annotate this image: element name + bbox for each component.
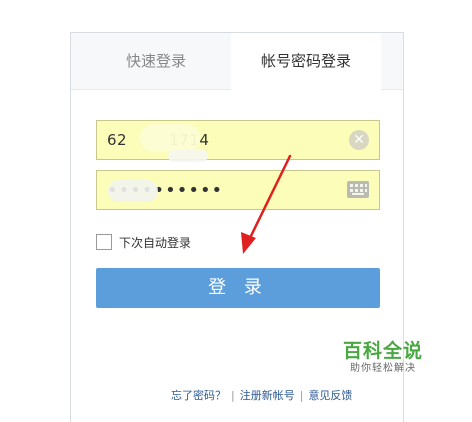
watermark-title: 百科全说 <box>343 340 424 362</box>
redaction-smudge <box>108 180 158 202</box>
remember-label: 下次自动登录 <box>119 236 192 250</box>
watermark-logo: 百科全说 助你轻松解决 <box>343 340 423 376</box>
redaction-smudge <box>140 124 200 152</box>
tab-quick-login[interactable]: 快速登录 <box>91 33 221 89</box>
clear-icon[interactable]: ✕ <box>349 130 369 150</box>
watermark-subtitle: 助你轻松解决 <box>350 363 416 374</box>
tab-account-login[interactable]: 帐号密码登录 <box>231 33 381 90</box>
link-divider: | <box>299 389 304 402</box>
username-field[interactable]: ✕ <box>96 120 380 160</box>
remember-checkbox[interactable] <box>96 234 112 250</box>
feedback-link[interactable]: 意见反馈 <box>308 389 352 402</box>
link-divider: | <box>231 389 235 402</box>
register-link[interactable]: 注册新帐号 <box>240 389 295 402</box>
footer-links: 忘了密码？ | 注册新帐号 | 意见反馈 <box>171 387 352 403</box>
keyboard-icon[interactable] <box>347 181 369 198</box>
login-button[interactable]: 登 录 <box>96 268 380 308</box>
forgot-password-link[interactable]: 忘了密码？ <box>171 389 226 402</box>
redaction-smudge <box>168 150 208 162</box>
login-tabs: 快速登录 帐号密码登录 <box>71 33 403 90</box>
